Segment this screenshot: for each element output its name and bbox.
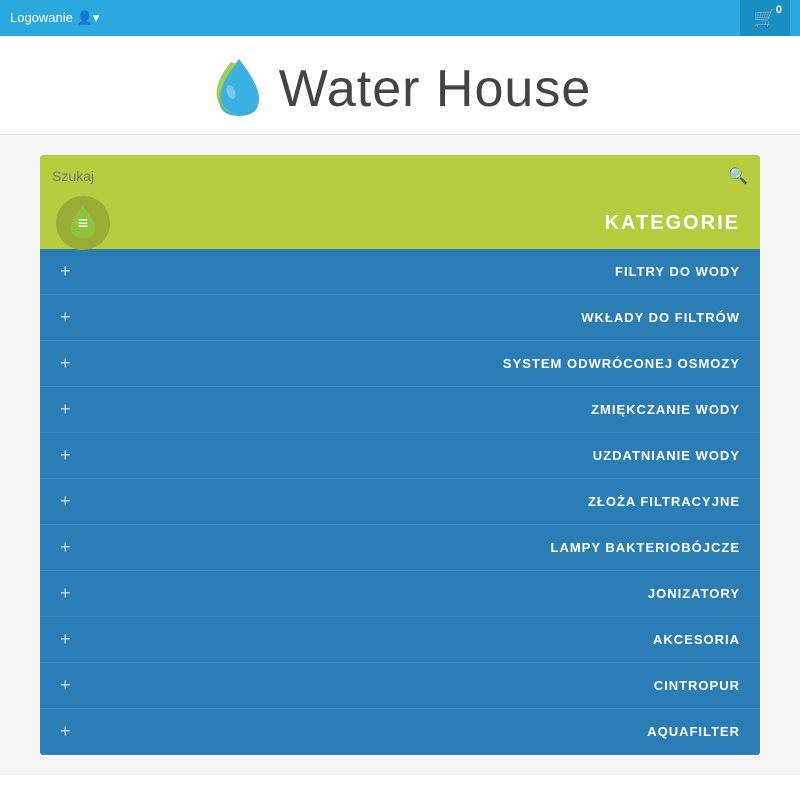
- category-item-label: AQUAFILTER: [647, 724, 740, 739]
- hamburger-icon: ≡: [78, 213, 89, 234]
- search-input[interactable]: [52, 168, 728, 184]
- category-item[interactable]: + LAMPY BAKTERIOBÓJCZE: [40, 525, 760, 571]
- expand-icon: +: [60, 675, 71, 696]
- category-item[interactable]: + CINTROPUR: [40, 663, 760, 709]
- site-header: Water House: [0, 36, 800, 135]
- expand-icon: +: [60, 261, 71, 282]
- expand-icon: +: [60, 583, 71, 604]
- category-item[interactable]: + JONIZATORY: [40, 571, 760, 617]
- login-label: Logowanie: [10, 10, 73, 25]
- category-item[interactable]: + UZDATNIANIE WODY: [40, 433, 760, 479]
- top-bar: Logowanie 👤▾ 0 🛒: [0, 0, 800, 36]
- expand-icon: +: [60, 307, 71, 328]
- user-icon: 👤▾: [77, 10, 100, 25]
- category-item-label: ZŁOŻA FILTRACYJNE: [588, 494, 740, 509]
- expand-icon: +: [60, 353, 71, 374]
- category-item-label: JONIZATORY: [648, 586, 740, 601]
- category-item[interactable]: + FILTRY DO WODY: [40, 249, 760, 295]
- cart-badge: 0: [776, 4, 782, 16]
- category-item-label: CINTROPUR: [654, 678, 740, 693]
- category-item[interactable]: + SYSTEM ODWRÓCONEJ OSMOZY: [40, 341, 760, 387]
- category-item-label: FILTRY DO WODY: [615, 264, 740, 279]
- expand-icon: +: [60, 721, 71, 742]
- category-item-label: SYSTEM ODWRÓCONEJ OSMOZY: [503, 356, 740, 371]
- search-bar: 🔍: [40, 155, 760, 197]
- site-title: Water House: [279, 59, 592, 119]
- expand-icon: +: [60, 537, 71, 558]
- category-item[interactable]: + AQUAFILTER: [40, 709, 760, 755]
- category-title: KATEGORIE: [605, 212, 740, 235]
- expand-icon: +: [60, 629, 71, 650]
- category-panel: ≡ KATEGORIE + FILTRY DO WODY + WKŁADY DO…: [40, 197, 760, 755]
- category-item[interactable]: + ZŁOŻA FILTRACYJNE: [40, 479, 760, 525]
- category-item[interactable]: + AKCESORIA: [40, 617, 760, 663]
- search-icon: 🔍: [728, 168, 748, 185]
- category-item-label: ZMIĘKCZANIE WODY: [591, 402, 740, 417]
- category-item-label: LAMPY BAKTERIOBÓJCZE: [551, 540, 741, 555]
- category-item[interactable]: + ZMIĘKCZANIE WODY: [40, 387, 760, 433]
- category-item[interactable]: + WKŁADY DO FILTRÓW: [40, 295, 760, 341]
- category-header: ≡ KATEGORIE: [40, 197, 760, 249]
- category-item-label: UZDATNIANIE WODY: [593, 448, 740, 463]
- logo-icon: [209, 54, 269, 124]
- cart-button[interactable]: 0 🛒: [740, 0, 790, 36]
- login-button[interactable]: Logowanie 👤▾: [10, 10, 99, 26]
- expand-icon: +: [60, 491, 71, 512]
- category-item-label: AKCESORIA: [653, 632, 740, 647]
- category-list: + FILTRY DO WODY + WKŁADY DO FILTRÓW + S…: [40, 249, 760, 755]
- search-button[interactable]: 🔍: [728, 166, 748, 186]
- menu-icon-circle[interactable]: ≡: [56, 196, 110, 250]
- expand-icon: +: [60, 399, 71, 420]
- cart-icon: 🛒: [754, 8, 776, 29]
- logo-area: Water House: [209, 54, 592, 124]
- category-item-label: WKŁADY DO FILTRÓW: [581, 310, 740, 325]
- expand-icon: +: [60, 445, 71, 466]
- content-area: 🔍 ≡ KATEGORIE + FILTRY DO WODY + WKŁADY …: [0, 135, 800, 775]
